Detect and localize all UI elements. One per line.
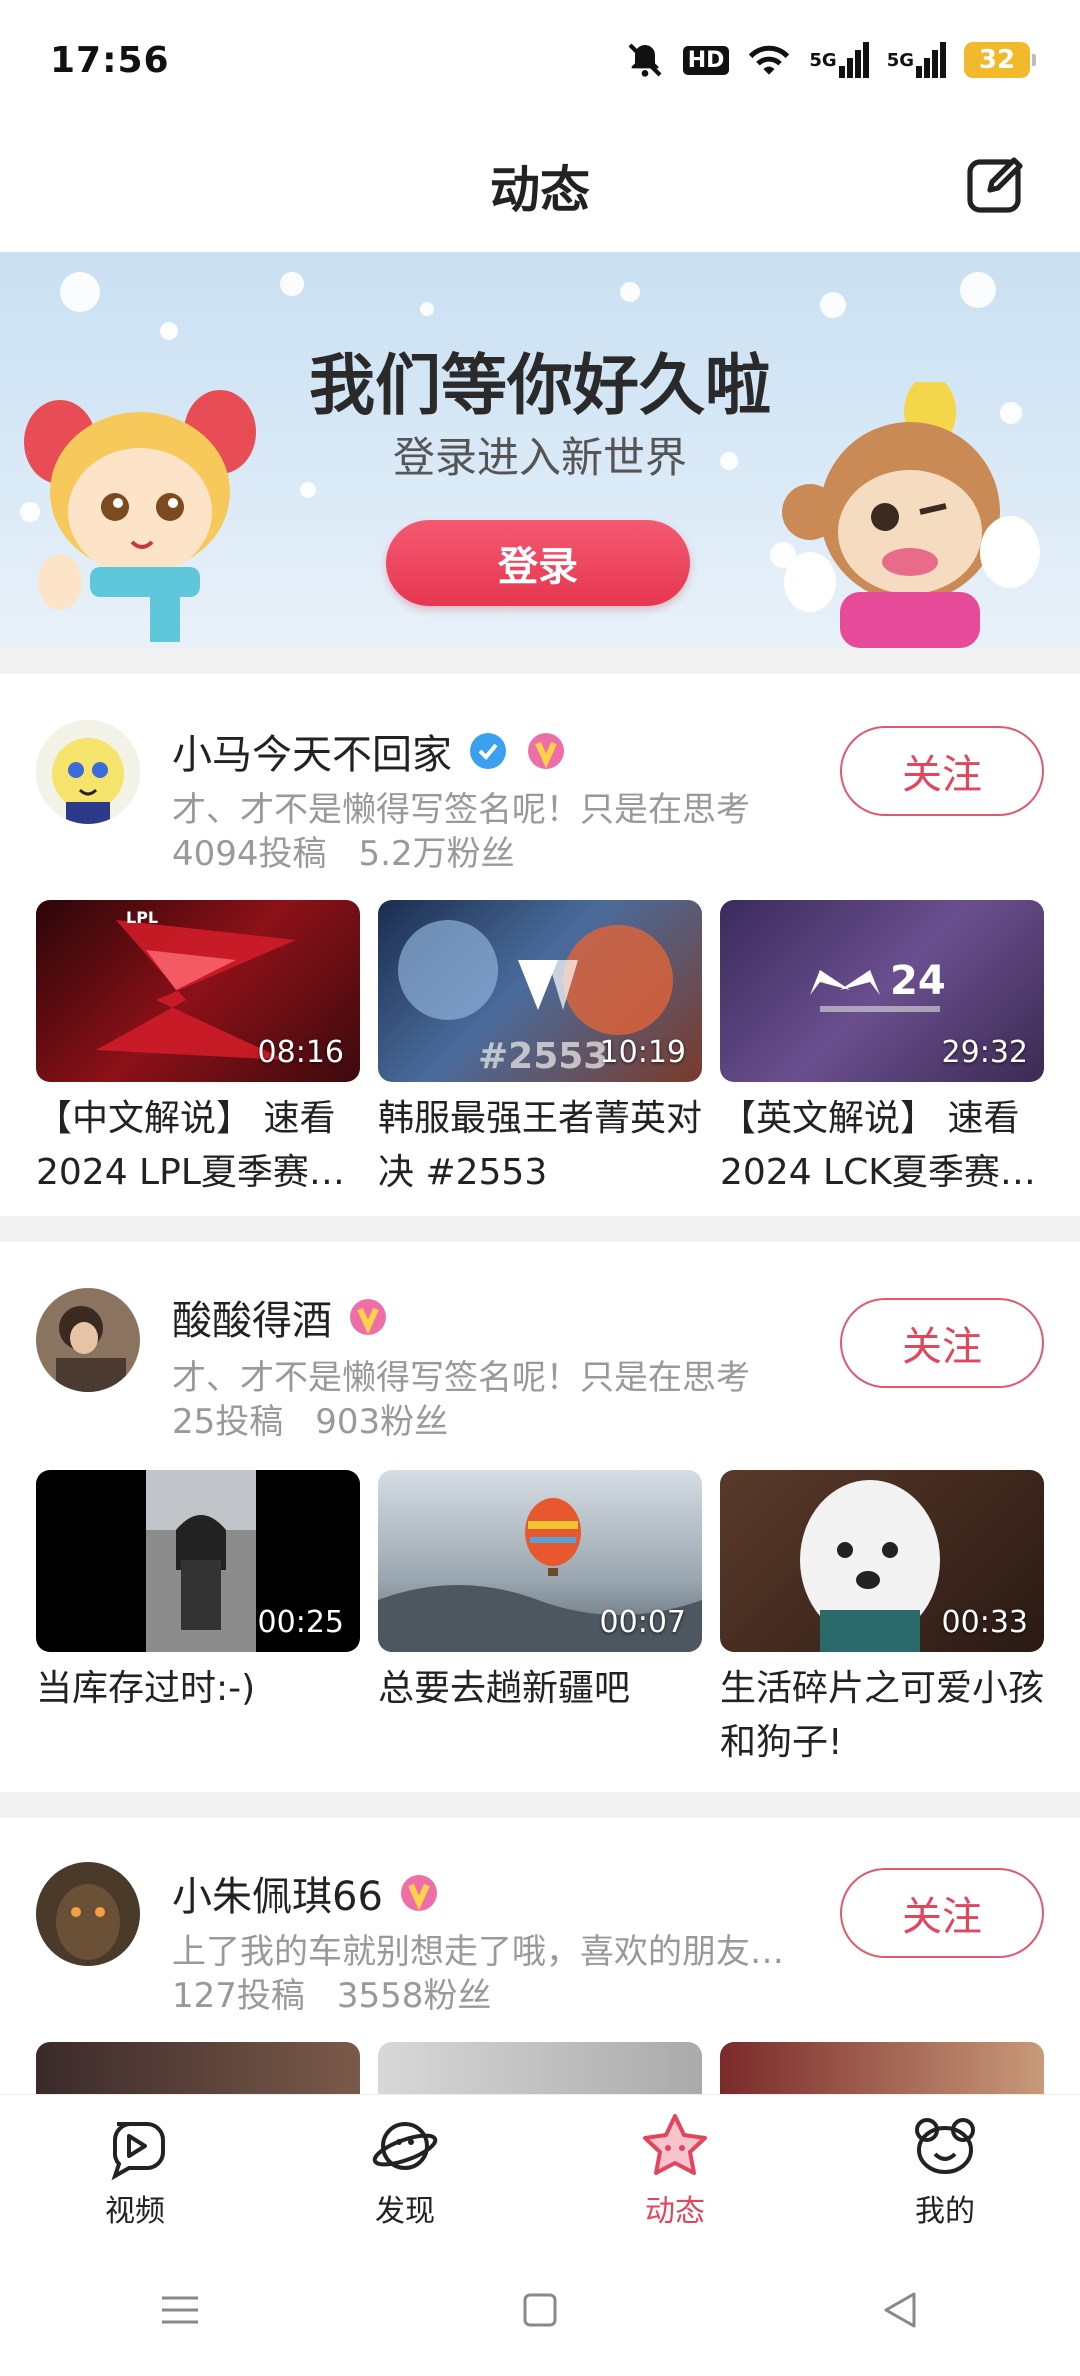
- creator-signature: 才、才不是懒得写签名呢！只是在思考: [172, 1358, 750, 1398]
- video-duration: 29:32: [941, 1035, 1028, 1070]
- posts-count: 4094投稿: [172, 834, 327, 874]
- avatar[interactable]: [36, 720, 140, 824]
- nav-label: 动态: [645, 2193, 705, 2229]
- thumb-caption: #2553: [478, 1036, 609, 1077]
- video-thumbnail[interactable]: 00:07: [378, 1470, 702, 1652]
- creator-stats: 25投稿 903粉丝: [172, 1394, 448, 1443]
- vip-badge-icon: [528, 733, 564, 769]
- posts-count: 25投稿: [172, 1402, 284, 1442]
- creator-signature: 上了我的车就别想走了哦，喜欢的朋友…: [172, 1932, 784, 1972]
- star-icon: [643, 2113, 707, 2175]
- creator-signature: 才、才不是懒得写签名呢！只是在思考: [172, 790, 750, 830]
- creator-name-row: 小马今天不回家: [172, 722, 568, 780]
- video-thumbnail[interactable]: [378, 2042, 702, 2094]
- video-title[interactable]: 生活碎片之可爱小孩和狗子!: [720, 1662, 1044, 1770]
- video-thumbnail[interactable]: [720, 2042, 1044, 2094]
- network-type-1: 5G: [809, 49, 837, 71]
- fans-count: 903粉丝: [315, 1402, 449, 1442]
- creator-card: 小朱佩琪66 上了我的车就别想走了哦，喜欢的朋友… 127投稿 3558粉丝 关…: [0, 1818, 1080, 2094]
- network-type-2: 5G: [886, 49, 914, 71]
- bottom-navigation: 视频 发现 动态 我的: [0, 2094, 1080, 2244]
- video-duration: 00:33: [941, 1605, 1028, 1640]
- status-bar: 17:56 HD 5G 5G 32: [0, 0, 1080, 120]
- creator-name[interactable]: 酸酸得酒: [172, 1288, 332, 1346]
- creator-name[interactable]: 小马今天不回家: [172, 722, 452, 780]
- nav-item-dynamic[interactable]: 动态: [575, 2110, 775, 2230]
- avatar[interactable]: [36, 1288, 140, 1392]
- follow-button[interactable]: 关注: [840, 726, 1044, 816]
- video-thumbnail[interactable]: LPL 08:16: [36, 900, 360, 1082]
- system-navigation: [0, 2244, 1080, 2376]
- section-divider: [0, 648, 1080, 674]
- video-thumbnail[interactable]: #2553 10:19: [378, 900, 702, 1082]
- nav-label: 视频: [105, 2193, 165, 2229]
- wifi-icon: [747, 40, 791, 80]
- signal-5g-icon: 5G: [809, 40, 869, 80]
- video-thumbnail[interactable]: [36, 2042, 360, 2094]
- video-duration: 00:25: [257, 1605, 344, 1640]
- video-icon: [111, 2121, 165, 2180]
- nav-item-discover[interactable]: 发现: [305, 2110, 505, 2230]
- page-title: 动态: [490, 161, 590, 219]
- vip-badge-icon: [400, 1875, 437, 1911]
- creator-name[interactable]: 小朱佩琪66: [172, 1864, 383, 1922]
- signal-5g-icon-2: 5G: [887, 40, 946, 80]
- creator-name-row: 酸酸得酒: [172, 1288, 390, 1346]
- video-title[interactable]: 总要去趟新疆吧: [378, 1662, 702, 1716]
- video-title[interactable]: 当库存过时:-): [36, 1662, 360, 1716]
- home-icon[interactable]: [510, 2280, 570, 2340]
- fans-count: 5.2万粉丝: [358, 834, 515, 874]
- thumb-caption: 24: [890, 958, 946, 1004]
- battery-icon: 32: [964, 42, 1036, 78]
- login-banner: 我们等你好久啦 登录进入新世界 登录: [0, 252, 1080, 648]
- fans-count: 3558粉丝: [336, 1976, 492, 2016]
- banner-subline: 登录进入新世界: [392, 433, 687, 482]
- video-title[interactable]: 【英文解说】 速看2024 LCK夏季赛…: [720, 1092, 1044, 1200]
- hd-icon: HD: [682, 40, 730, 80]
- nav-label: 发现: [375, 2193, 435, 2229]
- section-divider: [0, 1216, 1080, 1242]
- video-thumbnail[interactable]: 00:25: [36, 1470, 360, 1652]
- back-icon[interactable]: [870, 2280, 930, 2340]
- creator-stats: 4094投稿 5.2万粉丝: [172, 826, 515, 875]
- status-icons: HD 5G 5G 32: [625, 40, 1036, 80]
- creator-card: 酸酸得酒 才、才不是懒得写签名呢！只是在思考 25投稿 903粉丝 关注 00:…: [0, 1242, 1080, 1792]
- creator-stats: 127投稿 3558粉丝: [172, 1968, 491, 2017]
- nav-item-video[interactable]: 视频: [35, 2110, 235, 2230]
- nav-label: 我的: [915, 2193, 975, 2229]
- video-thumbnail[interactable]: 00:33: [720, 1470, 1044, 1652]
- video-duration: 00:07: [599, 1605, 686, 1640]
- creator-name-row: 小朱佩琪66: [172, 1864, 441, 1922]
- posts-count: 127投稿: [172, 1976, 305, 2016]
- banner-headline: 我们等你好久啦: [309, 347, 771, 424]
- bear-icon: [915, 2117, 975, 2174]
- status-time: 17:56: [50, 39, 170, 81]
- thumb-caption: LPL: [126, 908, 159, 927]
- creator-card: 小马今天不回家 才、才不是懒得写签名呢！只是在思考 4094投稿 5.2万粉丝 …: [0, 674, 1080, 1216]
- video-duration: 10:19: [599, 1035, 686, 1070]
- follow-button[interactable]: 关注: [840, 1298, 1044, 1388]
- section-divider: [0, 1792, 1080, 1818]
- planet-icon: [372, 2121, 438, 2170]
- video-duration: 08:16: [257, 1035, 344, 1070]
- vip-badge-icon: [350, 1299, 386, 1335]
- battery-level: 32: [978, 45, 1016, 75]
- nav-item-mine[interactable]: 我的: [845, 2110, 1045, 2230]
- video-title[interactable]: 韩服最强王者菁英对决 #2553: [378, 1092, 702, 1200]
- verified-badge-icon: [470, 733, 506, 769]
- follow-button[interactable]: 关注: [840, 1868, 1044, 1958]
- menu-icon[interactable]: [150, 2280, 210, 2340]
- mute-bell-icon: [625, 40, 665, 80]
- video-title[interactable]: 【中文解说】 速看2024 LPL夏季赛…: [36, 1092, 360, 1200]
- video-thumbnail[interactable]: 24 29:32: [720, 900, 1044, 1082]
- page-header: 动态: [0, 120, 1080, 252]
- login-button[interactable]: 登录: [386, 520, 690, 606]
- avatar[interactable]: [36, 1862, 140, 1966]
- hd-label: HD: [682, 45, 730, 75]
- edit-icon[interactable]: [964, 152, 1028, 216]
